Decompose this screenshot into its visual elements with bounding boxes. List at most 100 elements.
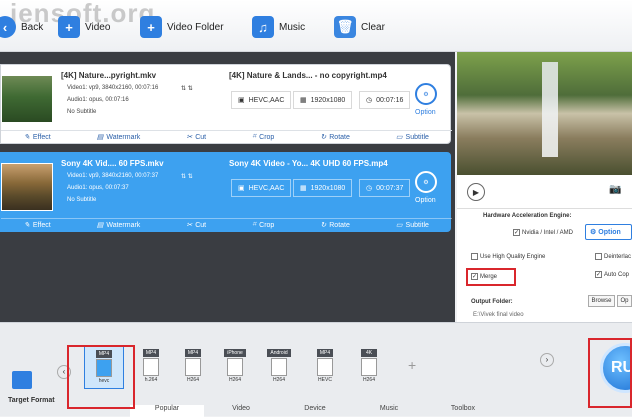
scissors-icon: ✂: [186, 134, 193, 141]
format-item[interactable]: 4K H264: [354, 349, 384, 389]
play-button[interactable]: ▶: [467, 183, 485, 201]
subtitle-icon: ▭: [395, 222, 403, 229]
track-selector-icon[interactable]: ⇅ ⇅: [181, 173, 193, 180]
cut-button[interactable]: ✂ Cut: [186, 133, 206, 142]
output-filename[interactable]: Sony 4K Video - Yo... 4K UHD 60 FPS.mp4: [229, 159, 388, 168]
tab-music[interactable]: Music: [352, 405, 426, 417]
clear-button[interactable]: 🗑 Clear: [334, 14, 385, 40]
codec-option-icon[interactable]: ⚙: [415, 171, 437, 193]
codec-icon: ▣: [238, 185, 245, 192]
clock-icon: ◷: [366, 185, 373, 192]
checkbox-checked-icon: ✓: [513, 229, 520, 236]
deinterlace-checkbox[interactable]: Deinterlac: [595, 253, 631, 260]
resolution-info: ▦ 1920x1080: [293, 91, 353, 109]
format-item[interactable]: MP4 h.264: [136, 349, 166, 389]
clock-icon: ◷: [366, 97, 373, 104]
subtitle-button[interactable]: ▭ Subtitle: [395, 133, 429, 142]
open-folder-button[interactable]: Op: [617, 295, 632, 307]
watermark-button[interactable]: ▤ Watermark: [96, 221, 141, 230]
trash-icon: 🗑: [334, 16, 356, 38]
tab-device[interactable]: Device: [278, 405, 352, 417]
add-format-icon[interactable]: +: [408, 357, 416, 373]
preview-controls: ▶ 📷: [457, 175, 632, 209]
format-tabs: Popular Video Device Music Toolbox: [130, 405, 500, 417]
edit-actions: ✎ Effect ▤ Watermark ✂ Cut ⌗ Crop ↻ Rotate ▭ S…: [1, 130, 452, 143]
watermark-icon: ▤: [96, 134, 104, 141]
subtitle-info: No Subtitle: [67, 197, 97, 203]
rotate-icon: ↻: [320, 134, 327, 141]
audio-track-info: Audio1: opus, 00:07:16: [67, 97, 129, 103]
output-folder-label: Output Folder:: [471, 299, 513, 305]
codec-option-icon[interactable]: ⚙: [415, 83, 437, 105]
auto-copy-checkbox[interactable]: ✓ Auto Cop: [595, 271, 629, 278]
hw-accel-title: Hardware Acceleration Engine:: [483, 213, 572, 219]
option-label[interactable]: Option: [415, 109, 436, 116]
output-filename[interactable]: [4K] Nature & Lands... - no copyright.mp…: [229, 71, 387, 80]
option-label[interactable]: Option: [415, 197, 436, 204]
run-highlight: [588, 338, 632, 408]
task-card-selected[interactable]: Sony 4K Vid.... 60 FPS.mkv Video1: vp9, …: [0, 152, 452, 232]
add-video-folder-button[interactable]: + Video Folder: [140, 14, 224, 40]
play-icon: ▶: [472, 187, 480, 197]
duration-info: ◷ 00:07:37: [359, 179, 411, 197]
duration-info: ◷ 00:07:16: [359, 91, 411, 109]
browse-button[interactable]: Browse: [588, 295, 615, 307]
format-list: MP4 hevc MP4 h.264 MP4 H264 iPhone H264 Andr…: [62, 345, 557, 389]
edit-actions: ✎ Effect ▤ Watermark ✂ Cut ⌗ Crop ↻ Rotate ▭ S…: [1, 218, 452, 231]
scissors-icon: ✂: [186, 222, 193, 229]
target-format-label: Target Format: [8, 397, 55, 404]
hw-option-button[interactable]: ⚙ Option: [585, 224, 632, 240]
merge-highlight: [466, 268, 516, 286]
subtitle-info: No Subtitle: [67, 109, 97, 115]
resolution-icon: ▦: [300, 185, 307, 192]
rotate-button[interactable]: ↻ Rotate: [320, 221, 350, 230]
output-path[interactable]: E:\Vivek final video: [473, 312, 524, 318]
codec-icon: ▣: [238, 97, 245, 104]
format-highlight: [67, 345, 135, 409]
crop-button[interactable]: ⌗ Crop: [252, 221, 274, 229]
video-track-info: Video1: vp9, 3840x2160, 00:07:16: [67, 85, 159, 91]
crop-icon: ⌗: [252, 133, 257, 140]
source-filename: Sony 4K Vid.... 60 FPS.mkv: [61, 159, 164, 168]
crop-button[interactable]: ⌗ Crop: [252, 133, 274, 141]
effect-button[interactable]: ✎ Effect: [24, 221, 51, 230]
tab-popular[interactable]: Popular: [130, 405, 204, 417]
resolution-icon: ▦: [300, 97, 307, 104]
effect-button[interactable]: ✎ Effect: [24, 133, 51, 142]
target-format-icon: [12, 371, 32, 389]
video-folder-icon: +: [140, 16, 162, 38]
settings-panel: Hardware Acceleration Engine: ✓ Nvidia / …: [457, 209, 632, 322]
resolution-info: ▦ 1920x1080: [293, 179, 353, 197]
watermark-icon: ▤: [96, 222, 104, 229]
format-item[interactable]: MP4 HEVC: [310, 349, 340, 389]
format-item[interactable]: Android H264: [264, 349, 294, 389]
video-track-info: Video1: vp9, 3840x2160, 00:07:37: [67, 173, 159, 179]
effect-icon: ✎: [24, 134, 30, 141]
add-video-button[interactable]: + Video: [58, 14, 110, 40]
add-music-button[interactable]: ♫ Music: [252, 14, 305, 40]
subtitle-button[interactable]: ▭ Subtitle: [395, 221, 429, 230]
gear-icon: ⚙: [590, 229, 597, 236]
back-button[interactable]: ‹ Back: [0, 14, 43, 40]
subtitle-icon: ▭: [395, 134, 403, 141]
tab-video[interactable]: Video: [204, 405, 278, 417]
high-quality-checkbox[interactable]: Use High Quality Engine: [471, 253, 545, 260]
camera-icon[interactable]: 📷: [609, 184, 621, 195]
checkbox-checked-icon: ✓: [595, 271, 602, 278]
track-selector-icon[interactable]: ⇅ ⇅: [181, 85, 193, 92]
cut-button[interactable]: ✂ Cut: [186, 221, 206, 230]
format-item[interactable]: iPhone H264: [220, 349, 250, 389]
audio-track-info: Audio1: opus, 00:07:37: [67, 185, 129, 191]
effect-icon: ✎: [24, 222, 30, 229]
tab-toolbox[interactable]: Toolbox: [426, 405, 500, 417]
add-video-icon: +: [58, 16, 80, 38]
source-filename: [4K] Nature...pyright.mkv: [61, 71, 157, 80]
video-preview: [457, 52, 632, 175]
scroll-right-icon[interactable]: ›: [540, 353, 554, 367]
toolbar: jensoft.org ‹ Back + Video + Video Folder ♫…: [0, 0, 632, 52]
nvidia-checkbox[interactable]: ✓ Nvidia / Intel / AMD: [513, 229, 573, 236]
rotate-button[interactable]: ↻ Rotate: [320, 133, 350, 142]
watermark-button[interactable]: ▤ Watermark: [96, 133, 141, 142]
task-card[interactable]: [4K] Nature...pyright.mkv Video1: vp9, 3…: [0, 64, 452, 144]
format-item[interactable]: MP4 H264: [178, 349, 208, 389]
